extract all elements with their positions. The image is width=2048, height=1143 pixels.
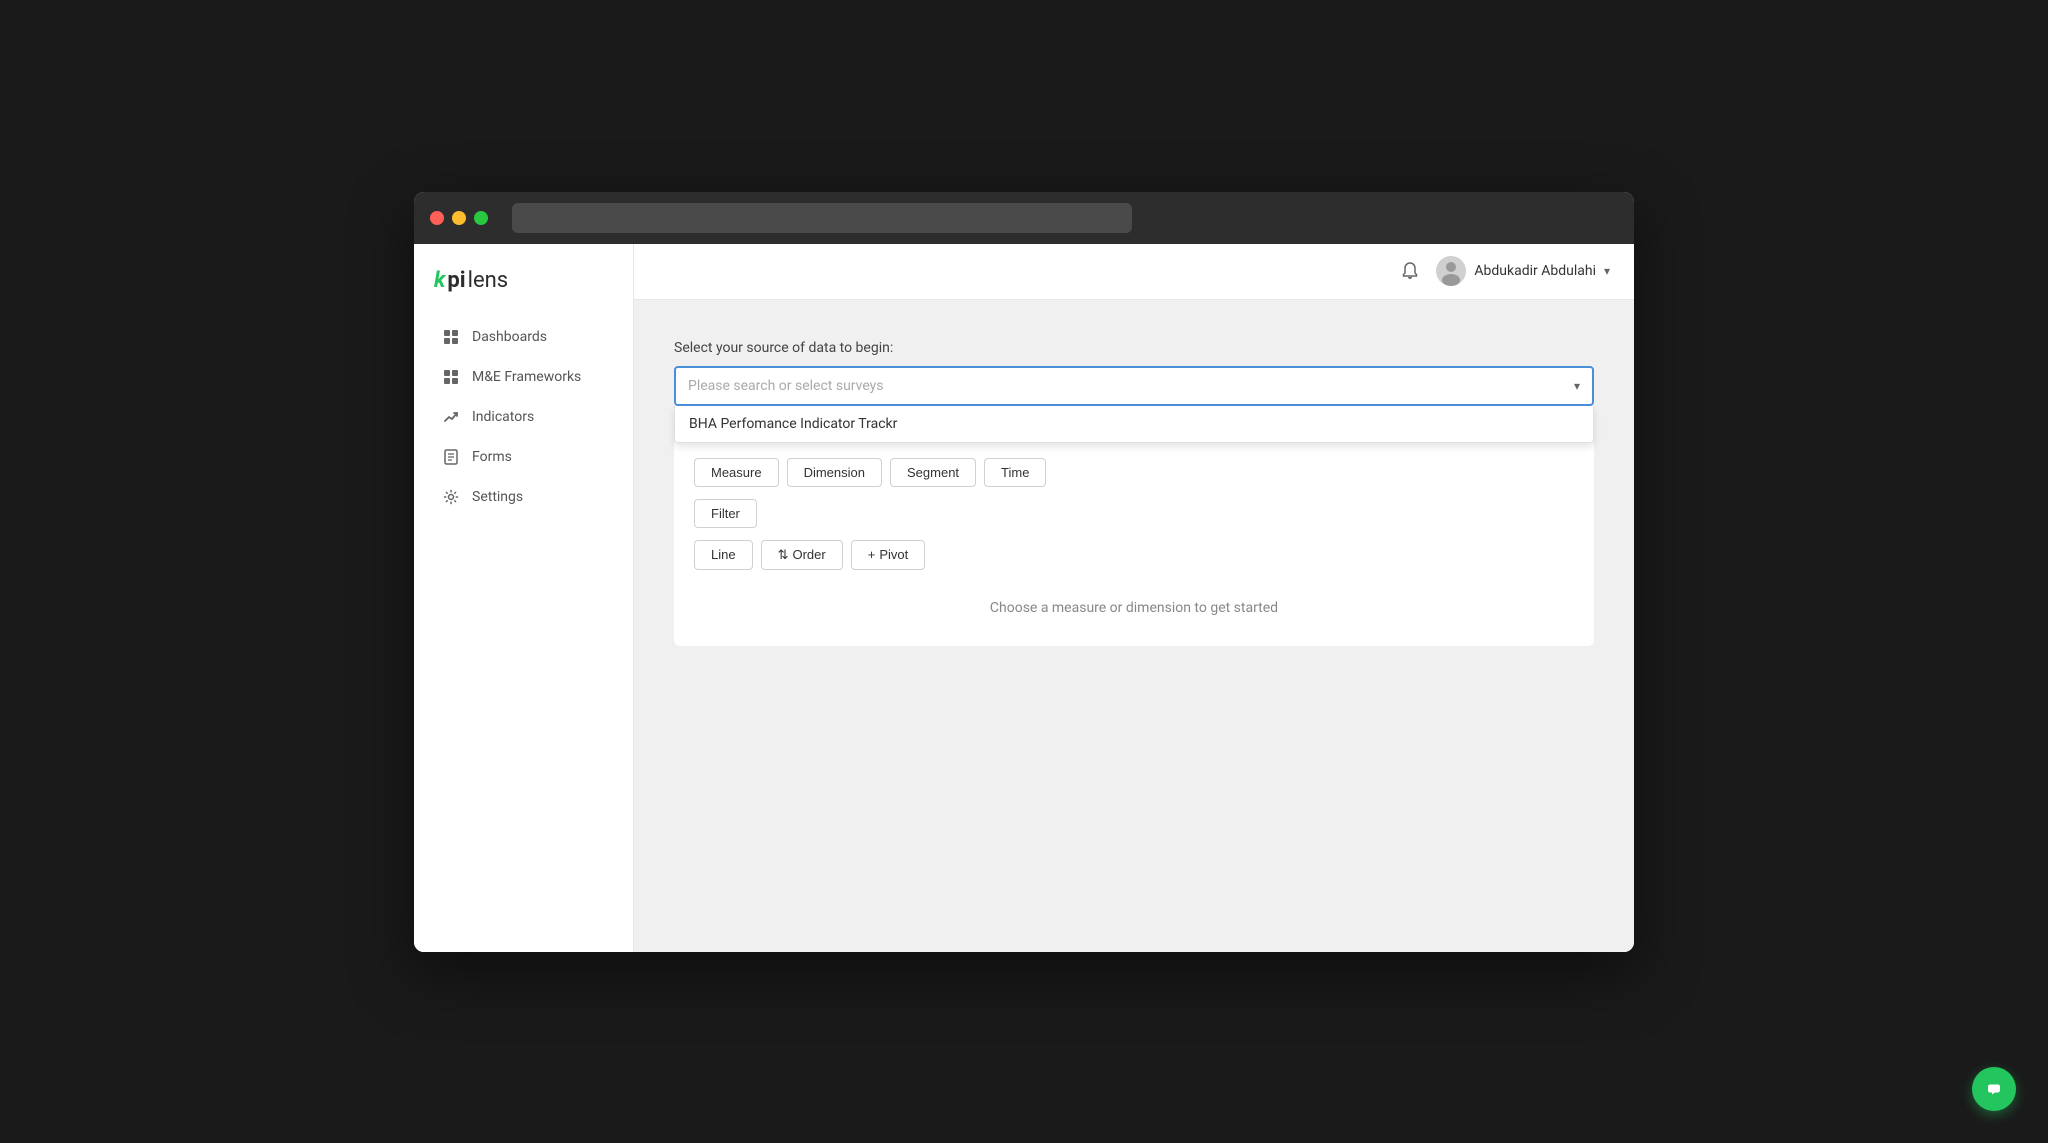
trend-icon	[442, 408, 460, 426]
address-bar[interactable]	[512, 203, 1132, 233]
chart-placeholder-text: Choose a measure or dimension to get sta…	[694, 570, 1574, 626]
logo-lens: lens	[468, 268, 509, 293]
chart-toolbar-bottom: Line ⇅ Order + Pivot	[694, 540, 1574, 570]
user-name-label: Abdukadir Abdulahi	[1474, 263, 1596, 279]
line-button[interactable]: Line	[694, 540, 753, 570]
traffic-light-red[interactable]	[430, 211, 444, 225]
main-area: Abdukadir Abdulahi ▾ Select your source …	[634, 244, 1634, 952]
sidebar: kpilens Dashboards	[414, 244, 634, 952]
logo-k: k	[434, 268, 445, 293]
source-dropdown-menu: BHA Perfomance Indicator Trackr	[674, 406, 1594, 443]
sidebar-item-label-forms: Forms	[472, 449, 512, 465]
chat-bubble-button[interactable]	[1972, 1067, 2016, 1111]
sidebar-item-label-settings: Settings	[472, 489, 523, 505]
grid-icon	[442, 328, 460, 346]
measure-button[interactable]: Measure	[694, 458, 779, 487]
sidebar-item-label-mne: M&E Frameworks	[472, 369, 581, 385]
sidebar-item-indicators[interactable]: Indicators	[422, 398, 625, 436]
order-icon: ⇅	[778, 547, 789, 563]
gear-icon	[442, 488, 460, 506]
content-area: Select your source of data to begin: Ple…	[634, 300, 1634, 952]
top-header: Abdukadir Abdulahi ▾	[634, 244, 1634, 300]
chart-toolbar-top: Measure Dimension Segment Time	[694, 458, 1574, 487]
select-placeholder: Please search or select surveys	[688, 378, 884, 394]
grid2-icon	[442, 368, 460, 386]
browser-titlebar	[414, 192, 1634, 244]
sidebar-item-mne-frameworks[interactable]: M&E Frameworks	[422, 358, 625, 396]
sidebar-item-label-dashboards: Dashboards	[472, 329, 547, 345]
source-select-container: Please search or select surveys ▾ BHA Pe…	[674, 366, 1594, 406]
chart-toolbar-filter: Filter	[694, 499, 1574, 528]
time-button[interactable]: Time	[984, 458, 1046, 487]
source-select-input[interactable]: Please search or select surveys ▾	[674, 366, 1594, 406]
pivot-button[interactable]: + Pivot	[851, 540, 926, 570]
dropdown-item-bha[interactable]: BHA Perfomance Indicator Trackr	[675, 406, 1593, 442]
avatar	[1436, 256, 1466, 286]
user-menu[interactable]: Abdukadir Abdulahi ▾	[1436, 256, 1610, 286]
dimension-button[interactable]: Dimension	[787, 458, 882, 487]
bell-icon[interactable]	[1400, 261, 1420, 281]
sidebar-item-dashboards[interactable]: Dashboards	[422, 318, 625, 356]
source-label: Select your source of data to begin:	[674, 340, 1594, 356]
segment-button[interactable]: Segment	[890, 458, 976, 487]
logo-pi: pi	[447, 268, 465, 293]
select-chevron-icon: ▾	[1574, 379, 1580, 393]
sidebar-item-settings[interactable]: Settings	[422, 478, 625, 516]
chevron-down-icon: ▾	[1604, 264, 1610, 278]
traffic-light-yellow[interactable]	[452, 211, 466, 225]
filter-button[interactable]: Filter	[694, 499, 757, 528]
pivot-icon: +	[868, 547, 876, 562]
logo-area: kpilens	[414, 256, 633, 317]
sidebar-item-label-indicators: Indicators	[472, 409, 534, 425]
form-icon	[442, 448, 460, 466]
logo: kpilens	[434, 268, 613, 293]
order-button[interactable]: ⇅ Order	[761, 540, 843, 570]
sidebar-item-forms[interactable]: Forms	[422, 438, 625, 476]
app-container: kpilens Dashboards	[414, 244, 1634, 952]
traffic-light-green[interactable]	[474, 211, 488, 225]
chart-panel: Measure Dimension Segment Time Filter Li…	[674, 438, 1594, 646]
